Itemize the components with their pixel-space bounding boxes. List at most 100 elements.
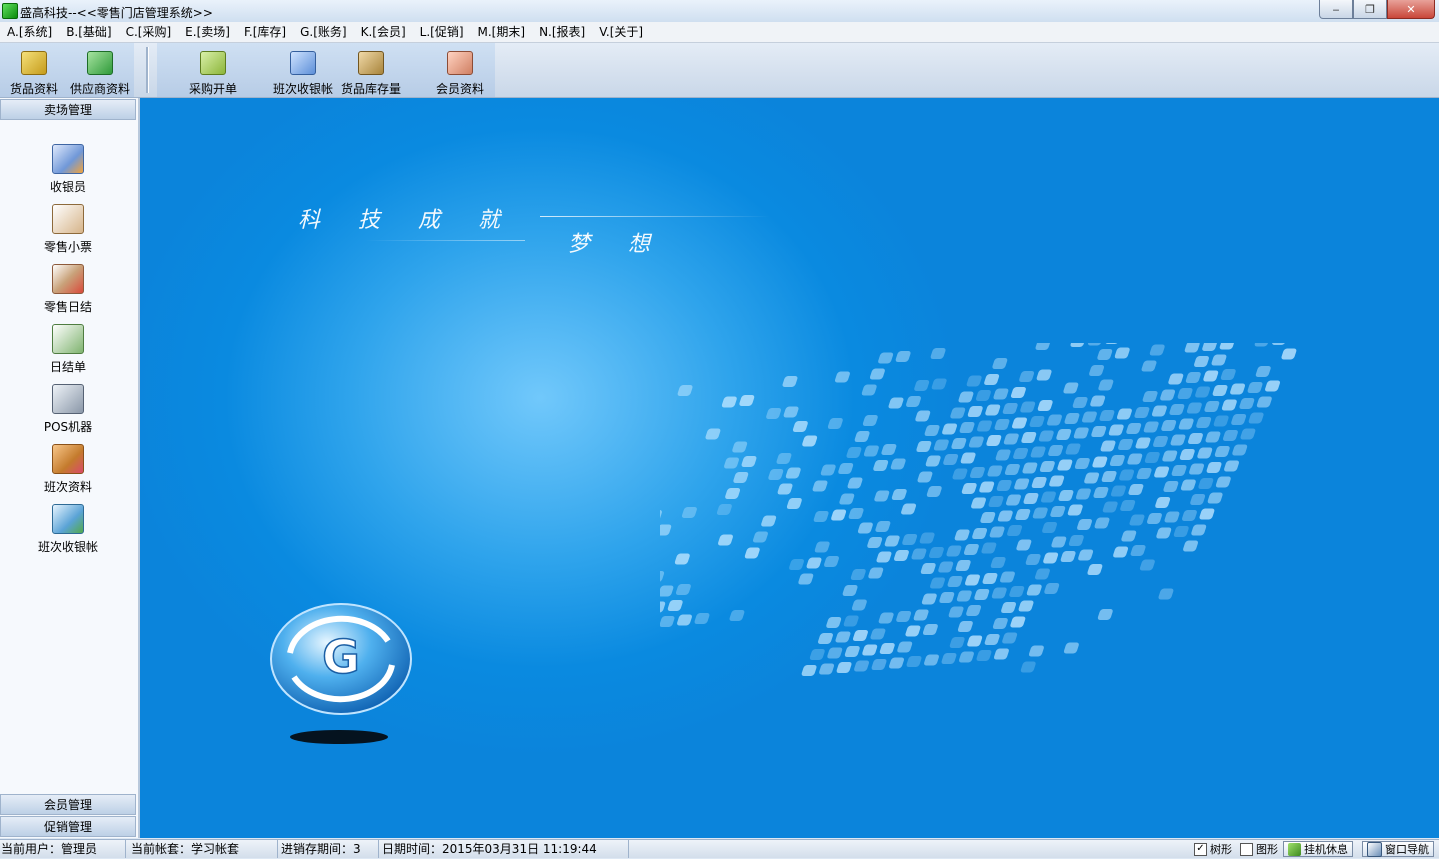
map-tile — [997, 510, 1013, 522]
map-tile — [1154, 466, 1170, 478]
member-info-button[interactable]: 会员资料 — [430, 43, 490, 97]
menu-inventory[interactable]: F.[库存] — [237, 22, 293, 42]
window-title: 盛高科技--<<零售门店管理系统>> — [20, 6, 213, 20]
supplier-info-button[interactable]: 供应商资料 — [68, 43, 132, 97]
sidebar-item-pos-machine[interactable]: POS机器 — [0, 384, 136, 440]
shift-account-button[interactable]: 班次收银帐 — [270, 43, 336, 97]
purchase-order-button[interactable]: 采购开单 — [183, 43, 243, 97]
tree-view-checkbox[interactable]: ✓ — [1194, 842, 1207, 856]
map-tile — [1037, 400, 1053, 411]
map-tile — [891, 489, 907, 500]
shift-data-icon — [52, 444, 84, 474]
map-tile — [1178, 418, 1194, 430]
map-tile — [985, 404, 1001, 416]
map-tile — [1181, 510, 1197, 521]
map-tile — [1144, 452, 1160, 463]
goods-info-button[interactable]: 货品资料 — [4, 43, 64, 97]
map-tile — [660, 571, 665, 582]
minimize-button[interactable]: ‒ — [1319, 0, 1353, 19]
menu-member[interactable]: K.[会员] — [354, 22, 413, 42]
sidebar-item-shift-data[interactable]: 班次资料 — [0, 444, 136, 500]
map-tile — [979, 481, 995, 493]
map-tile — [835, 631, 851, 643]
map-tile — [875, 521, 891, 532]
map-tile — [981, 542, 997, 554]
sidebar-item-daily-close[interactable]: 零售日结 — [0, 264, 136, 320]
map-tile — [906, 396, 921, 407]
map-tile — [1189, 463, 1205, 475]
sidebar-item-label: 零售日结 — [43, 300, 92, 314]
map-tile — [946, 545, 962, 557]
map-tile — [1272, 343, 1288, 345]
menu-promotion[interactable]: L.[促销] — [413, 22, 471, 42]
map-tile — [976, 650, 992, 661]
sidebar-header-promotion[interactable]: 促销管理 — [0, 816, 136, 837]
supplier-icon — [87, 51, 113, 75]
map-tile — [948, 606, 964, 618]
map-tile — [980, 512, 996, 523]
menu-system[interactable]: A.[系统] — [0, 22, 59, 42]
map-tile — [984, 374, 1000, 385]
view-toggle-group: ✓ 树形 图形 — [1194, 840, 1278, 858]
map-tile — [913, 609, 929, 621]
map-tile — [916, 441, 932, 452]
sidebar-item-cashier[interactable]: 收银员 — [0, 144, 136, 200]
menu-basic[interactable]: B.[基础] — [59, 22, 118, 42]
map-tile — [1143, 421, 1159, 433]
sidebar-item-retail-ticket[interactable]: 零售小票 — [0, 204, 136, 260]
map-tile — [839, 493, 855, 505]
map-tile — [971, 497, 986, 509]
status-user: 当前用户：管理员 — [0, 840, 126, 858]
map-tile — [1120, 500, 1136, 511]
map-tile — [843, 615, 859, 627]
map-tile — [677, 614, 692, 626]
sidebar-header-member[interactable]: 会员管理 — [0, 794, 136, 815]
map-tile — [857, 522, 873, 534]
map-tile — [984, 634, 1000, 645]
map-tile — [919, 532, 935, 544]
map-tile — [1063, 382, 1079, 394]
menu-period-end[interactable]: M.[期末] — [471, 22, 533, 42]
supplier-info-label: 供应商资料 — [69, 82, 130, 96]
menu-purchase[interactable]: C.[采购] — [119, 22, 179, 42]
map-tile — [955, 560, 971, 571]
map-tile — [1097, 349, 1113, 360]
standby-button[interactable]: 挂机休息 — [1283, 841, 1353, 857]
map-tile — [1007, 525, 1023, 536]
maximize-button[interactable]: ❐ — [1353, 0, 1387, 19]
menu-about[interactable]: V.[关于] — [592, 22, 650, 42]
map-tile — [993, 388, 1009, 400]
map-tile — [869, 368, 885, 380]
map-tile — [819, 663, 835, 675]
map-tile — [844, 646, 860, 657]
map-tile — [938, 561, 954, 573]
stock-quantity-button[interactable]: 货品库存量 — [338, 43, 404, 97]
slogan-divider-2 — [365, 240, 525, 241]
map-tile — [846, 447, 862, 458]
close-button[interactable]: ✕ — [1387, 0, 1435, 19]
map-tile — [1088, 343, 1103, 346]
status-datetime: 日期时间：2015年03月31日 11:19:44 — [381, 840, 629, 858]
map-tile — [1184, 343, 1200, 353]
map-tile — [1155, 497, 1171, 508]
map-tile — [1213, 415, 1229, 427]
menu-accounts[interactable]: G.[账务] — [293, 22, 353, 42]
map-tile — [834, 371, 850, 383]
goods-info-label: 货品资料 — [9, 82, 58, 96]
purchase-order-label: 采购开单 — [188, 82, 237, 96]
window-nav-button[interactable]: 窗口导航 — [1362, 841, 1434, 857]
sidebar-header-store[interactable]: 卖场管理 — [0, 99, 136, 120]
map-tile — [1084, 472, 1100, 484]
menu-store[interactable]: E.[卖场] — [178, 22, 237, 42]
sidebar-item-shift-account[interactable]: 班次收银帐 — [0, 504, 136, 560]
map-tile — [694, 613, 710, 624]
map-tile — [994, 419, 1010, 430]
graph-view-checkbox[interactable] — [1240, 842, 1253, 856]
menu-reports[interactable]: N.[报表] — [532, 22, 592, 42]
map-tile — [1075, 488, 1091, 500]
map-tile — [1073, 427, 1089, 439]
sidebar-item-daily-sheet[interactable]: 日结单 — [0, 324, 136, 380]
map-tile — [1050, 506, 1066, 517]
map-tile — [977, 420, 992, 432]
map-tile — [1058, 490, 1074, 501]
